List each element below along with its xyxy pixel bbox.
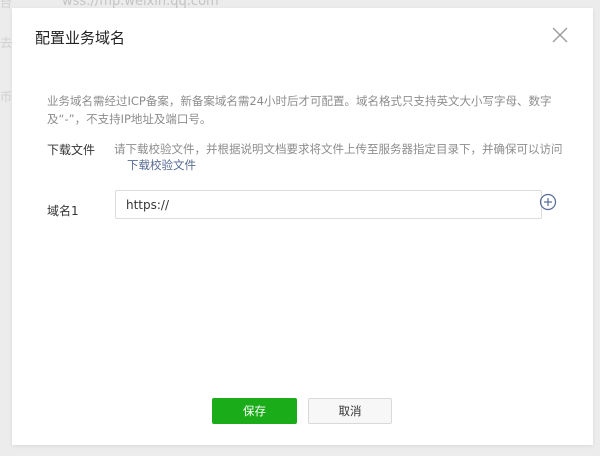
close-icon[interactable] (551, 26, 569, 44)
save-button[interactable]: 保存 (212, 398, 297, 424)
domain-description: 业务域名需经过ICP备案，新备案域名需24小时后才可配置。域名格式只支持英文大小… (47, 94, 552, 126)
download-instructions: 请下载校验文件，并根据说明文档要求将文件上传至服务器指定目录下，并确保可以访问 (114, 142, 563, 156)
plus-circle-icon[interactable] (539, 193, 557, 211)
background-side-char: 币 (0, 90, 13, 104)
download-file-label: 下载文件 (47, 143, 96, 157)
download-verify-file-link[interactable]: 下载校验文件 (127, 157, 196, 173)
background-side-char: 台 (0, 0, 13, 10)
dialog-title: 配置业务域名 (35, 29, 126, 47)
domain-label: 域名1 (47, 204, 79, 218)
cancel-button[interactable]: 取消 (308, 398, 392, 424)
business-domain-dialog: 配置业务域名 业务域名需经过ICP备案，新备案域名需24小时后才可配置。域名格式… (12, 8, 593, 445)
domain-input[interactable] (115, 190, 542, 219)
background-side-char: 去 (0, 36, 13, 50)
